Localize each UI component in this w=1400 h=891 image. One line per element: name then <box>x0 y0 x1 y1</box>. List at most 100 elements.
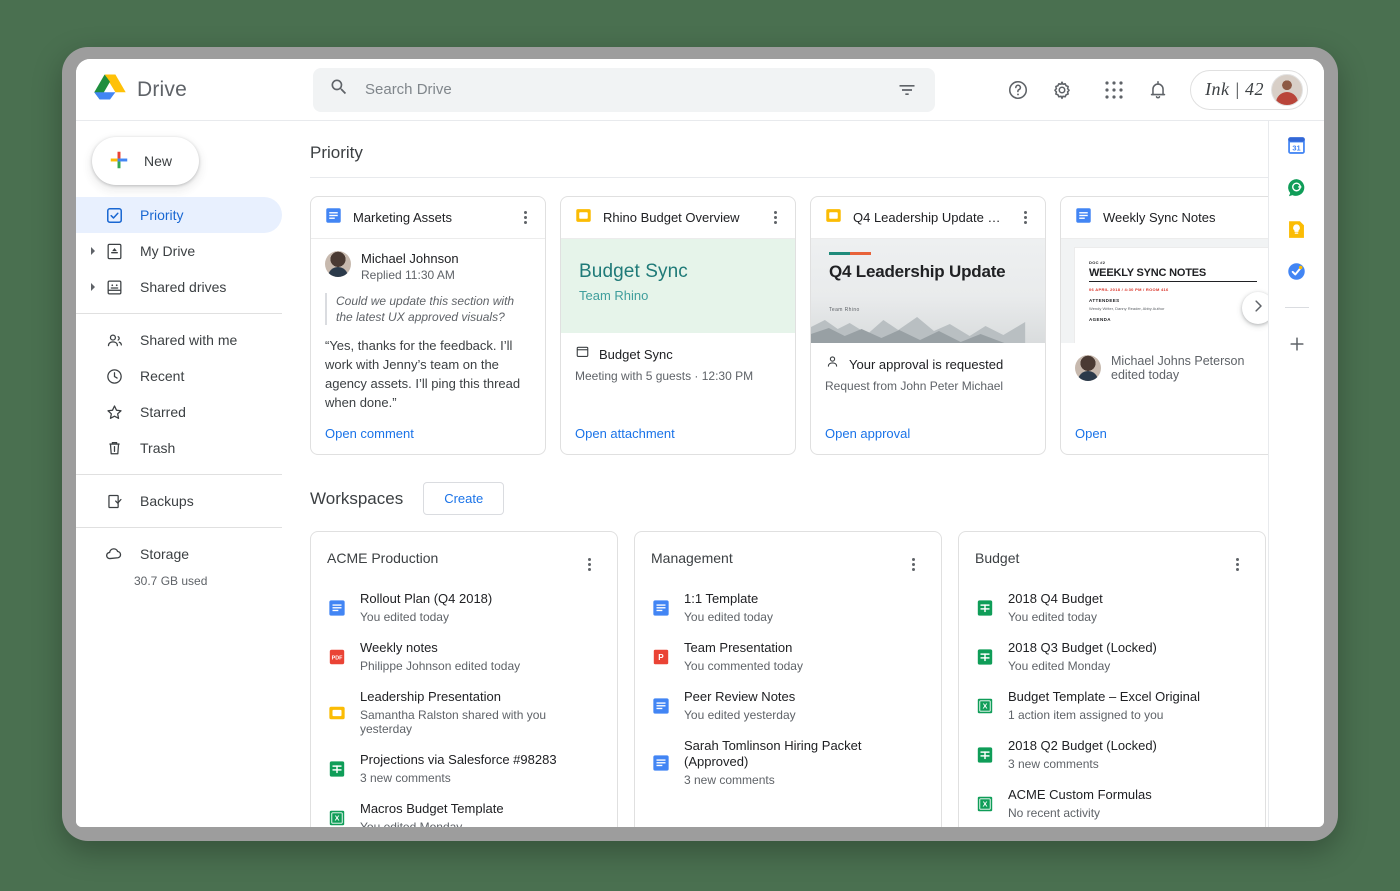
sidebar-item-label: Backups <box>140 493 194 509</box>
list-item[interactable]: Sarah Tomlinson Hiring Packet (Approved)… <box>651 738 925 787</box>
list-item[interactable]: X ACME Custom Formulas No recent activit… <box>975 787 1249 820</box>
google-calendar-icon[interactable]: 31 <box>1285 133 1309 157</box>
open-approval-link[interactable]: Open approval <box>825 417 1031 441</box>
workspaces-row: ACME Production Rollout Plan (Q4 2018) Y… <box>296 531 1268 827</box>
chevron-right-icon[interactable] <box>84 283 102 291</box>
slide-thumbnail[interactable]: Budget Sync Team Rhino <box>561 239 795 333</box>
chevron-right-icon[interactable] <box>84 247 102 255</box>
google-docs-icon <box>651 599 671 617</box>
sidebar-item-trash[interactable]: Trash <box>76 430 282 466</box>
list-item[interactable]: P Team Presentation You commented today <box>651 640 925 673</box>
card-overflow-menu[interactable] <box>513 204 537 232</box>
list-item[interactable]: Projections via Salesforce #98283 3 new … <box>327 752 601 785</box>
list-item-text: Team Presentation You commented today <box>684 640 803 673</box>
star-icon <box>102 403 126 422</box>
priority-card-weekly-sync-notes[interactable]: Weekly Sync Notes DOC #2 WEEKLY SYNC NOT… <box>1060 196 1268 455</box>
open-attachment-link[interactable]: Open attachment <box>575 417 781 441</box>
list-item[interactable]: Peer Review Notes You edited yesterday <box>651 689 925 722</box>
list-item[interactable]: 2018 Q3 Budget (Locked) You edited Monda… <box>975 640 1249 673</box>
sidebar-item-shared-with-me[interactable]: Shared with me <box>76 322 282 358</box>
sidebar-item-my-drive[interactable]: My Drive <box>76 233 282 269</box>
list-item-text: Macros Budget Template You edited Monday <box>360 801 504 827</box>
document-page-preview: DOC #2 WEEKLY SYNC NOTES 06 APRIL 2018 /… <box>1075 248 1268 343</box>
document-thumbnail[interactable]: DOC #2 WEEKLY SYNC NOTES 06 APRIL 2018 /… <box>1061 239 1268 343</box>
account-chip[interactable]: Ink | 42 <box>1190 70 1308 110</box>
file-name: Team Presentation <box>684 640 803 656</box>
file-name: Projections via Salesforce #98283 <box>360 752 557 768</box>
workspace-overflow-menu[interactable] <box>901 550 925 578</box>
google-tasks-icon[interactable] <box>1285 259 1309 283</box>
list-item[interactable]: 2018 Q2 Budget (Locked) 3 new comments <box>975 738 1249 771</box>
keep-bulb-icon[interactable] <box>1285 217 1309 241</box>
sidebar-item-priority[interactable]: Priority <box>76 197 282 233</box>
sidebar-divider <box>76 527 282 528</box>
file-subtitle: You commented today <box>684 659 803 673</box>
list-item[interactable]: Rollout Plan (Q4 2018) You edited today <box>327 591 601 624</box>
card-overflow-menu[interactable] <box>1013 204 1037 232</box>
content-scroll[interactable]: Priority <box>296 121 1268 827</box>
plus-icon <box>108 149 130 174</box>
sidebar-item-backups[interactable]: Backups <box>76 483 282 519</box>
calendar-icon <box>575 344 590 364</box>
powerpoint-icon: P <box>651 648 671 666</box>
bell-icon[interactable] <box>1138 70 1178 110</box>
sidebar-item-shared-drives[interactable]: Shared drives <box>76 269 282 305</box>
sidebar-item-storage[interactable]: Storage <box>76 536 282 572</box>
card-body: Budget Sync Meeting with 5 guests · 12:3… <box>561 333 795 454</box>
workspace-overflow-menu[interactable] <box>1225 550 1249 578</box>
gear-icon[interactable] <box>1042 70 1082 110</box>
drive-brand[interactable]: Drive <box>94 73 302 106</box>
clock-icon <box>102 367 126 386</box>
card-title: Weekly Sync Notes <box>1103 210 1252 225</box>
plus-icon[interactable] <box>1285 332 1309 356</box>
list-item[interactable]: 2018 Q4 Budget You edited today <box>975 591 1249 624</box>
list-item[interactable]: 1:1 Template You edited today <box>651 591 925 624</box>
open-link[interactable]: Open <box>1075 412 1268 441</box>
avatar[interactable] <box>1271 74 1303 106</box>
list-item[interactable]: PDF Weekly notes Philippe Johnson edited… <box>327 640 601 673</box>
workspace-card-acme-production[interactable]: ACME Production Rollout Plan (Q4 2018) Y… <box>310 531 618 827</box>
priority-card-rhino-budget-overview[interactable]: Rhino Budget Overview Budget Sync Team R… <box>560 196 796 455</box>
workspace-card-header: Management <box>651 550 925 578</box>
card-overflow-menu[interactable] <box>1263 204 1268 232</box>
open-comment-link[interactable]: Open comment <box>325 412 531 441</box>
google-docs-icon <box>651 697 671 715</box>
list-item[interactable]: X Macros Budget Template You edited Mond… <box>327 801 601 827</box>
page-title: Priority <box>296 121 1268 177</box>
list-item[interactable]: Leadership Presentation Samantha Ralston… <box>327 689 601 736</box>
apps-grid-icon[interactable] <box>1094 70 1134 110</box>
workspace-card-header: Budget <box>975 550 1249 578</box>
sidebar-item-starred[interactable]: Starred <box>76 394 282 430</box>
new-button[interactable]: New <box>92 137 199 185</box>
search-input[interactable] <box>365 81 893 98</box>
sidebar-divider <box>76 474 282 475</box>
comment-reply: “Yes, thanks for the feedback. I’ll work… <box>325 336 531 412</box>
help-icon[interactable] <box>998 70 1038 110</box>
card-body: Michael Johnson Replied 11:30 AM Could w… <box>311 239 545 454</box>
rail-divider <box>1285 307 1309 308</box>
google-keep-chat-icon[interactable] <box>1285 175 1309 199</box>
workspace-card-header: ACME Production <box>327 550 601 578</box>
comment-timestamp: Replied 11:30 AM <box>361 268 459 282</box>
priority-card-row: Marketing Assets Michael Johnson Replied… <box>296 196 1268 455</box>
list-item[interactable]: X Budget Template – Excel Original 1 act… <box>975 689 1249 722</box>
workspace-card-management[interactable]: Management 1:1 Template You edited today <box>634 531 942 827</box>
shared-drives-icon <box>102 278 126 297</box>
workspace-overflow-menu[interactable] <box>577 550 601 578</box>
google-docs-icon <box>1075 207 1092 229</box>
tune-icon[interactable] <box>893 76 921 104</box>
side-panel-rail: 31 <box>1268 121 1324 827</box>
slide-thumbnail[interactable]: Q4 Leadership Update Team Rhino <box>811 239 1045 343</box>
card-overflow-menu[interactable] <box>763 204 787 232</box>
storage-usage-text: 30.7 GB used <box>76 574 282 588</box>
file-name: Weekly notes <box>360 640 520 656</box>
new-button-label: New <box>144 153 172 169</box>
carousel-next-button[interactable] <box>1242 292 1268 324</box>
priority-card-q4-leadership-update[interactable]: Q4 Leadership Update (Approve... Q4 Lead… <box>810 196 1046 455</box>
sidebar-item-label: Trash <box>140 440 175 456</box>
create-workspace-button[interactable]: Create <box>423 482 504 515</box>
priority-card-marketing-assets[interactable]: Marketing Assets Michael Johnson Replied… <box>310 196 546 455</box>
workspace-card-budget[interactable]: Budget 2018 Q4 Budget You edited today <box>958 531 1266 827</box>
search-bar[interactable] <box>313 68 935 112</box>
sidebar-item-recent[interactable]: Recent <box>76 358 282 394</box>
